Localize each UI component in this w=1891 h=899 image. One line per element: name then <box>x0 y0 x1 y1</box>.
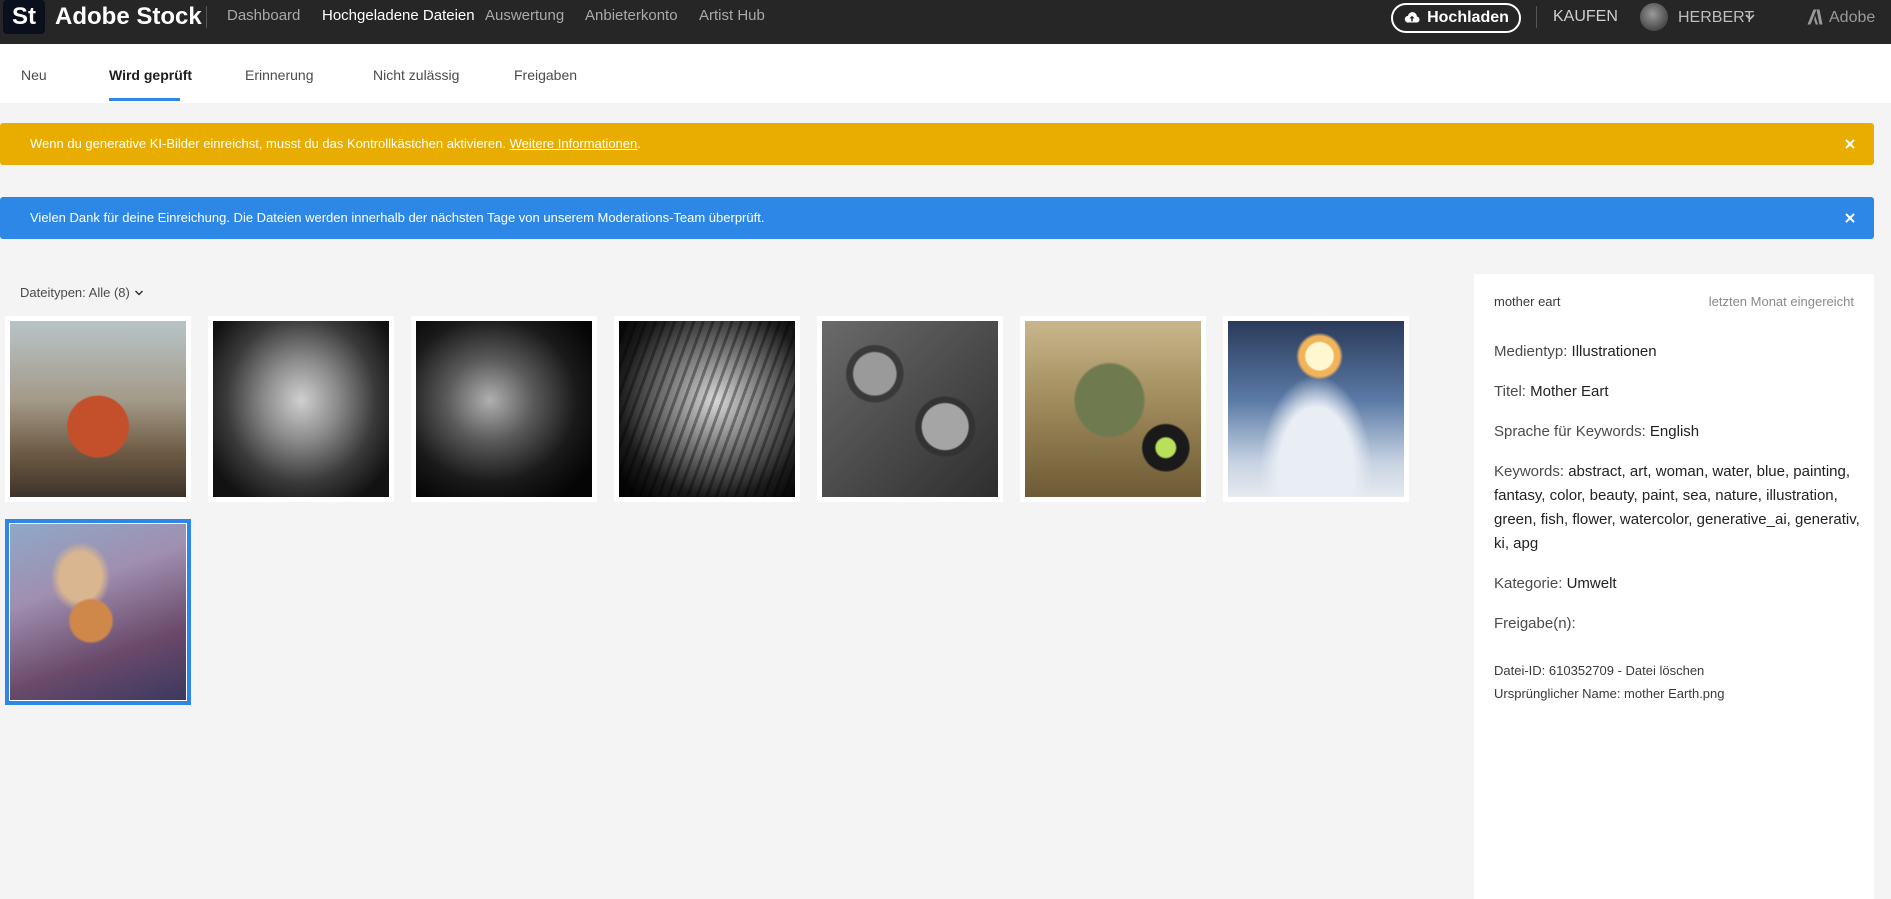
buy-link[interactable]: KAUFEN <box>1553 0 1618 34</box>
info-banner: Vielen Dank für deine Einreichung. Die D… <box>0 197 1874 239</box>
thumbnail-image <box>619 321 795 497</box>
more-info-link[interactable]: Weitere Informationen <box>510 136 638 151</box>
thumbnail-image <box>213 321 389 497</box>
status-tabs: Neu Wird geprüft Erinnerung Nicht zuläss… <box>0 44 1891 103</box>
nav-contributor-account[interactable]: Anbieterkonto <box>585 0 678 32</box>
file-details-panel: mother eart letzten Monat eingereicht Me… <box>1474 274 1874 899</box>
original-name-line: Ursprünglicher Name: mother Earth.png <box>1494 686 1725 701</box>
title-row: Titel: Mother Eart <box>1494 380 1864 404</box>
cloud-upload-icon <box>1404 12 1420 23</box>
adobe-link[interactable]: Adobe <box>1829 0 1875 36</box>
banner-message: Wenn du generative KI-Bilder einreichst,… <box>30 123 641 165</box>
language-label: Sprache für Keywords: <box>1494 423 1646 440</box>
nav-analytics[interactable]: Auswertung <box>485 0 564 32</box>
file-name: mother eart <box>1494 294 1561 309</box>
top-navbar: St Adobe Stock Dashboard Hochgeladene Da… <box>0 0 1891 44</box>
thumbnail-image <box>416 321 592 497</box>
thumbnail-image <box>1025 321 1201 497</box>
ai-warning-banner: Wenn du generative KI-Bilder einreichst,… <box>0 123 1874 165</box>
file-type-filter[interactable]: Dateitypen: Alle (8) <box>20 283 144 303</box>
releases-label: Freigabe(n): <box>1494 615 1576 632</box>
nav-divider <box>1536 6 1537 28</box>
chevron-down-icon <box>134 290 143 296</box>
thumbnail-frog-camera[interactable] <box>1020 316 1206 502</box>
thumbnail-image <box>10 524 186 700</box>
nav-dashboard[interactable]: Dashboard <box>227 0 300 32</box>
thumbnail-gears[interactable] <box>817 316 1003 502</box>
nav-uploaded-files[interactable]: Hochgeladene Dateien <box>322 0 475 32</box>
info-text: Vielen Dank für deine Einreichung. Die D… <box>30 210 765 225</box>
nav-artist-hub[interactable]: Artist Hub <box>699 0 765 32</box>
media-type-row: Medientyp: Illustrationen <box>1494 340 1864 364</box>
title-value: Mother Eart <box>1530 383 1609 400</box>
thumbnail-figure-clouds[interactable] <box>1223 316 1409 502</box>
chevron-down-icon[interactable] <box>1744 11 1756 23</box>
keywords-label: Keywords: <box>1494 463 1565 480</box>
upload-button[interactable]: Hochladen <box>1391 3 1521 33</box>
keyword-language-row: Sprache für Keywords: English <box>1494 420 1864 444</box>
media-type-value: Illustrationen <box>1571 343 1657 360</box>
releases-row: Freigabe(n): <box>1494 612 1864 636</box>
keywords-row: Keywords: abstract, art, woman, water, b… <box>1494 460 1864 556</box>
thumbnail-image <box>1228 321 1404 497</box>
warning-suffix: . <box>637 136 641 151</box>
upload-label: Hochladen <box>1427 9 1509 26</box>
tab-reminder[interactable]: Erinnerung <box>245 44 314 103</box>
close-icon[interactable] <box>1842 136 1858 152</box>
thumbnail-image <box>822 321 998 497</box>
category-row: Kategorie: Umwelt <box>1494 572 1864 596</box>
file-id-line[interactable]: Datei-ID: 610352709 - Datei löschen <box>1494 660 1704 682</box>
category-label: Kategorie: <box>1494 575 1563 592</box>
stock-logo[interactable]: St <box>3 0 45 34</box>
tab-releases[interactable]: Freigaben <box>514 44 577 103</box>
close-icon[interactable] <box>1842 210 1858 226</box>
thumbnail-collage-globe[interactable] <box>5 316 191 502</box>
thumbnail-lion[interactable] <box>411 316 597 502</box>
adobe-logo-icon[interactable] <box>1806 8 1824 26</box>
user-menu[interactable]: HERBERT <box>1678 0 1754 36</box>
brand-title[interactable]: Adobe Stock <box>55 2 202 32</box>
thumbnail-tiger[interactable] <box>614 316 800 502</box>
tab-new[interactable]: Neu <box>21 44 47 103</box>
tab-in-review[interactable]: Wird geprüft <box>109 44 192 103</box>
nav-divider <box>206 6 207 28</box>
thumbnail-image <box>10 321 186 497</box>
title-label: Titel: <box>1494 383 1526 400</box>
filter-label: Dateitypen: Alle (8) <box>20 285 130 300</box>
category-value: Umwelt <box>1566 575 1617 592</box>
thumbnail-elephant[interactable] <box>208 316 394 502</box>
submitted-date: letzten Monat eingereicht <box>1708 294 1854 309</box>
active-tab-indicator <box>109 98 180 101</box>
language-value: English <box>1649 423 1700 440</box>
avatar[interactable] <box>1640 3 1668 31</box>
logo-text: St <box>12 3 36 30</box>
tab-not-accepted[interactable]: Nicht zulässig <box>373 44 459 103</box>
media-type-label: Medientyp: <box>1494 343 1568 360</box>
thumbnail-mother-earth[interactable] <box>5 519 191 705</box>
warning-text: Wenn du generative KI-Bilder einreichst,… <box>30 136 506 151</box>
